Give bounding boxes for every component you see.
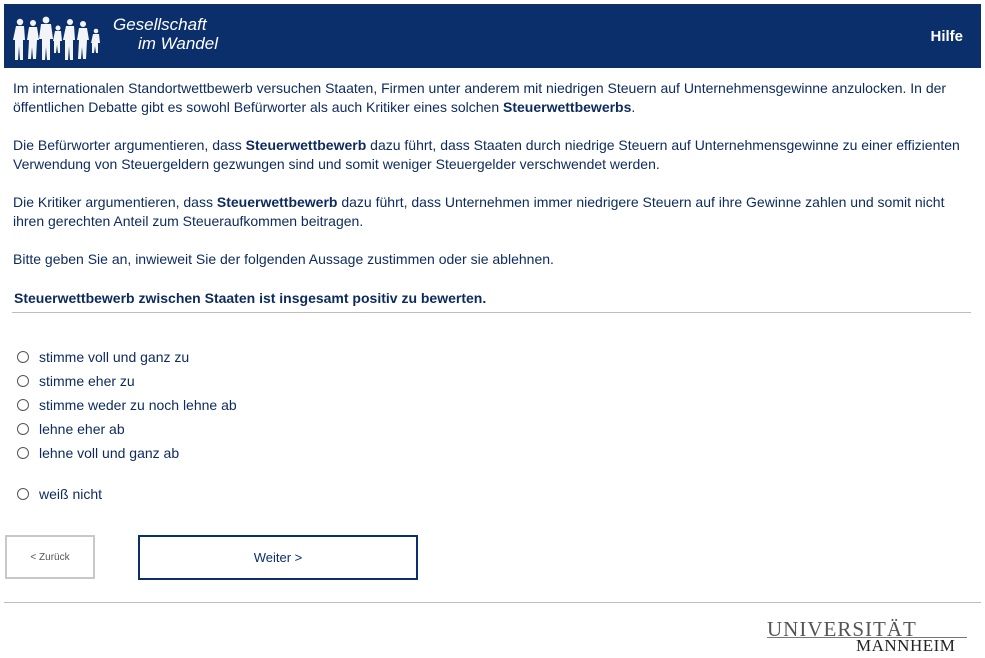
instruction-text: Bitte geben Sie an, inwieweit Sie der fo…	[13, 251, 554, 267]
answer-option-4[interactable]: lehne eher ab	[17, 421, 125, 437]
radio-button[interactable]	[17, 399, 29, 411]
option-label: stimme eher zu	[39, 373, 135, 389]
radio-button[interactable]	[17, 351, 29, 363]
radio-button[interactable]	[17, 423, 29, 435]
radio-button[interactable]	[17, 447, 29, 459]
question-statement: Steuerwettbewerb zwischen Staaten ist in…	[14, 290, 487, 306]
option-label: lehne voll und ganz ab	[39, 445, 180, 461]
footer-divider	[4, 602, 981, 603]
answer-option-dont-know[interactable]: weiß nicht	[17, 486, 102, 502]
intro-paragraph-2: Die Befürworter argumentieren, dass Steu…	[13, 137, 960, 172]
option-label: weiß nicht	[39, 486, 103, 502]
radio-button[interactable]	[17, 488, 29, 500]
back-button[interactable]: < Zurück	[5, 535, 95, 579]
term-bold: Steuerwettbewerb	[245, 137, 367, 153]
help-link[interactable]: Hilfe	[930, 28, 963, 45]
header-bar: Gesellschaft im Wandel Hilfe	[4, 4, 981, 68]
intro-paragraph-1: Im internationalen Standortwettbewerb ve…	[13, 80, 947, 115]
answer-option-2[interactable]: stimme eher zu	[17, 373, 135, 389]
logo-text-line2: im Wandel	[138, 34, 218, 53]
option-label: stimme voll und ganz zu	[39, 349, 190, 365]
logo-text-line1: Gesellschaft	[113, 15, 207, 34]
intro-text: Im internationalen Standortwettbewerb ve…	[13, 79, 968, 288]
university-logo-line2: MANNHEIM	[856, 636, 956, 655]
option-label: lehne eher ab	[39, 421, 125, 437]
answer-option-5[interactable]: lehne voll und ganz ab	[17, 445, 179, 461]
intro-paragraph-3: Die Kritiker argumentieren, dass Steuerw…	[13, 194, 945, 229]
next-button[interactable]: Weiter >	[138, 535, 418, 580]
term-bold: Steuerwettbewerbs	[503, 99, 632, 115]
answer-option-3[interactable]: stimme weder zu noch lehne ab	[17, 397, 237, 413]
term-bold: Steuerwettbewerb	[216, 194, 338, 210]
radio-button[interactable]	[17, 375, 29, 387]
option-label: stimme weder zu noch lehne ab	[39, 397, 237, 413]
answer-option-1[interactable]: stimme voll und ganz zu	[17, 349, 189, 365]
people-silhouettes-logo	[13, 16, 100, 60]
question-divider	[12, 312, 971, 313]
